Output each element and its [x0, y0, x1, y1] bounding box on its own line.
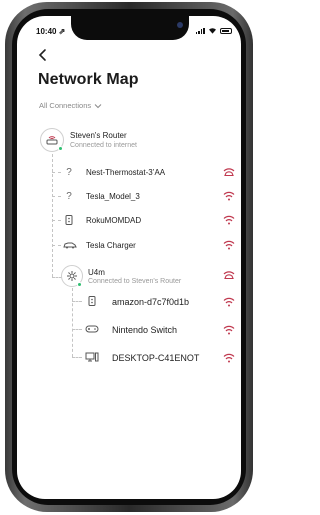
tree-branch: [52, 196, 61, 197]
chevron-down-icon: [94, 103, 102, 108]
filter-label: All Connections: [39, 101, 92, 110]
back-chevron-icon[interactable]: [37, 48, 49, 62]
wifi-signal-weak-icon: [223, 271, 235, 280]
wifi-signal-icon: [223, 297, 235, 307]
device-name: amazon-d7c7f0d1b: [112, 297, 190, 307]
extender-online-dot: [77, 282, 82, 287]
router-online-dot: [58, 146, 63, 151]
extender-name[interactable]: U4m: [88, 268, 105, 277]
tree-branch: [72, 329, 82, 330]
wifi-signal-weak-icon: [223, 168, 235, 177]
device-icon: [88, 296, 96, 306]
wifi-signal-icon: [223, 353, 235, 363]
device-name: Nintendo Switch: [112, 325, 178, 335]
device-icon: [65, 215, 73, 225]
wifi-signal-icon: [223, 325, 235, 335]
device-name: RokuMOMDAD: [86, 216, 142, 225]
tree-branch: [52, 172, 61, 173]
device-name: Tesla Charger: [86, 241, 136, 250]
question-icon: ?: [66, 190, 72, 202]
tree-branch: [52, 245, 61, 246]
question-icon: ?: [66, 166, 72, 178]
wifi-signal-icon: [223, 215, 235, 225]
tree-branch: [72, 301, 82, 302]
wifi-signal-icon: [223, 240, 235, 250]
gamepad-icon: [85, 325, 99, 333]
device-name: Tesla_Model_3: [86, 192, 140, 201]
status-icons: [195, 27, 232, 34]
desktop-icon: [85, 352, 99, 362]
page-title: Network Map: [38, 71, 139, 88]
tree-branch: [72, 357, 82, 358]
battery-icon: [220, 27, 232, 34]
router-glyph-icon: [46, 136, 58, 145]
wifi-signal-icon: [223, 191, 235, 201]
extender-glyph-icon: [67, 271, 77, 281]
cell-signal-icon: [195, 27, 205, 34]
wifi-status-icon: [209, 28, 216, 34]
camera-dot: [177, 22, 183, 28]
extender-status: Connected to Steven's Router: [88, 278, 182, 285]
tree-line: [72, 288, 73, 357]
device-name: Nest-Thermostat-3’AA: [86, 168, 166, 177]
router-status: Connected to internet: [70, 142, 137, 149]
status-time: 10:40 ⇗: [36, 27, 66, 36]
router-name[interactable]: Steven's Router: [70, 131, 127, 140]
device-name: DESKTOP-C41ENOT: [112, 353, 200, 363]
notch: [71, 16, 189, 40]
connections-filter[interactable]: All Connections: [39, 101, 102, 110]
car-icon: [63, 242, 77, 249]
tree-branch: [52, 220, 61, 221]
